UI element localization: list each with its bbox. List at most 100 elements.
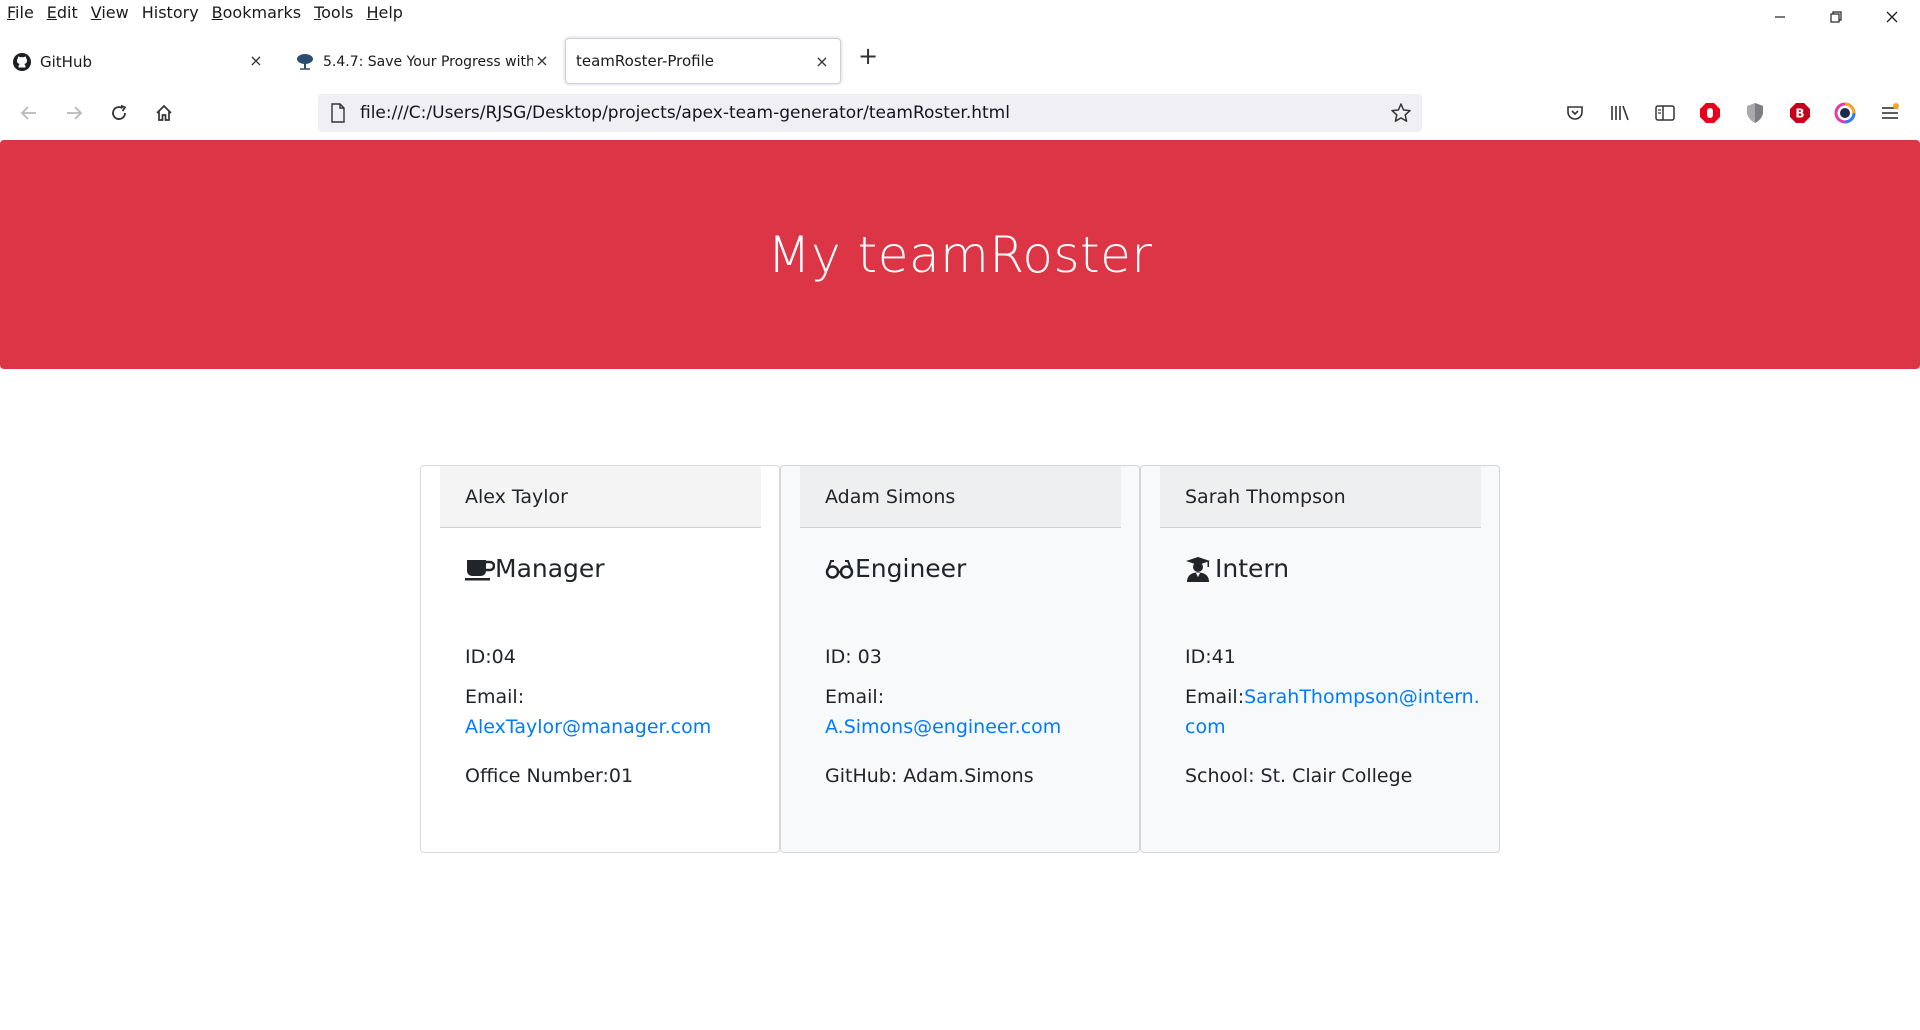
menu-tools-label: ools — [321, 3, 354, 22]
school-name: School: St. Clair College — [1185, 765, 1413, 787]
menu-view-accel: V — [90, 3, 102, 22]
home-button[interactable] — [151, 100, 177, 126]
close-icon — [1886, 11, 1898, 23]
employee-role: Intern — [1185, 554, 1289, 583]
github-username: GitHub: Adam.Simons — [825, 765, 1034, 787]
pocket-icon — [1567, 106, 1583, 120]
employee-role: Engineer — [825, 554, 966, 583]
menu-history-label: History — [141, 3, 199, 22]
extension-b-button[interactable]: B — [1788, 101, 1812, 125]
library-button[interactable] — [1608, 101, 1632, 125]
restore-button[interactable] — [1808, 0, 1864, 34]
employee-id: ID: 03 — [825, 646, 882, 668]
glasses-icon — [825, 555, 855, 583]
menu-view[interactable]: View — [91, 0, 129, 26]
menu-edit[interactable]: Edit — [47, 0, 78, 26]
tab-teamroster-title: teamRoster-Profile — [576, 52, 715, 70]
menu-help[interactable]: Help — [366, 0, 402, 26]
menu-help-label: elp — [378, 3, 403, 22]
tab-course[interactable]: 5.4.7: Save Your Progress with Gi × — [286, 38, 552, 86]
employee-card-engineer: Adam Simons Engineer ID: 03 Email: A.Sim… — [780, 465, 1140, 853]
ublock-icon — [1700, 103, 1720, 123]
tab-github-title: GitHub — [40, 53, 92, 71]
window-controls — [1752, 0, 1920, 34]
restore-icon — [1830, 11, 1842, 23]
menu-file-accel: F — [7, 3, 16, 22]
employee-email-label: Email: — [825, 686, 885, 708]
tab-close-button[interactable]: × — [814, 52, 830, 71]
ublock-button[interactable] — [1698, 101, 1722, 125]
svg-text:B: B — [1795, 107, 1804, 121]
menu-bookmarks[interactable]: Bookmarks — [212, 0, 301, 26]
employee-card-manager: Alex Taylor Manager ID:04 Email: AlexTay… — [420, 465, 780, 853]
color-extension-button[interactable] — [1833, 101, 1857, 125]
menu-bar: File Edit View History Bookmarks Tools H… — [0, 0, 1920, 26]
close-window-button[interactable] — [1864, 0, 1920, 34]
github-icon — [13, 53, 31, 71]
color-wheel-icon — [1834, 102, 1856, 124]
menu-file[interactable]: File — [7, 0, 34, 26]
employee-email-label: Email: — [1185, 686, 1245, 708]
employee-name: Alex Taylor — [465, 485, 568, 508]
menu-file-label: ile — [15, 3, 34, 22]
shield-icon — [1747, 103, 1763, 123]
team-cards: Alex Taylor Manager ID:04 Email: AlexTay… — [420, 465, 1500, 853]
card-header: Sarah Thompson — [1160, 466, 1481, 528]
menu-bookmarks-label: ookmarks — [222, 3, 302, 22]
library-icon — [1611, 105, 1629, 121]
employee-id: ID:41 — [1185, 646, 1236, 668]
tab-course-title: 5.4.7: Save Your Progress with Gi — [323, 54, 533, 70]
app-menu-button[interactable] — [1878, 101, 1902, 125]
card-header: Alex Taylor — [440, 466, 761, 528]
employee-email-link[interactable]: A.Simons@engineer.com — [825, 716, 1061, 738]
extension-b-icon: B — [1790, 103, 1810, 123]
minimize-icon — [1775, 16, 1785, 18]
url-text: file:///C:/Users/RJSG/Desktop/projects/a… — [360, 103, 1010, 123]
employee-role: Manager — [465, 554, 605, 583]
employee-name: Adam Simons — [825, 485, 956, 508]
new-tab-button[interactable]: + — [858, 44, 878, 68]
tab-close-button[interactable]: × — [248, 51, 264, 70]
forward-button[interactable] — [61, 100, 87, 126]
role-label: Engineer — [855, 554, 967, 583]
reload-button[interactable] — [106, 100, 132, 126]
page-content: My teamRoster Alex Taylor Manager ID:04 … — [0, 140, 1920, 1030]
home-icon — [156, 104, 172, 121]
tree-icon — [297, 54, 313, 70]
privacy-button[interactable] — [1743, 101, 1767, 125]
graduate-icon — [1185, 555, 1215, 583]
hero-banner: My teamRoster — [0, 140, 1920, 369]
bookmark-star-icon[interactable] — [1390, 102, 1412, 124]
card-header: Adam Simons — [800, 466, 1121, 528]
reload-icon — [112, 104, 127, 120]
mug-icon — [465, 555, 495, 583]
employee-name: Sarah Thompson — [1185, 485, 1346, 508]
back-button[interactable] — [16, 100, 42, 126]
nav-bar: file:///C:/Users/RJSG/Desktop/projects/a… — [0, 86, 1920, 140]
tab-close-button[interactable]: × — [534, 51, 550, 70]
employee-email-link[interactable]: SarahThompson@intern. — [1244, 686, 1480, 708]
menu-view-label: iew — [101, 3, 129, 22]
hamburger-menu-icon — [1882, 103, 1899, 119]
pocket-button[interactable] — [1563, 101, 1587, 125]
menu-tools[interactable]: Tools — [314, 0, 353, 26]
page-title: My teamRoster — [767, 225, 1153, 284]
menu-history[interactable]: History — [142, 0, 199, 26]
employee-email-link-continued[interactable]: com — [1185, 716, 1226, 738]
back-arrow-icon — [20, 106, 36, 120]
minimize-button[interactable] — [1752, 0, 1808, 34]
sidebar-button[interactable] — [1653, 101, 1677, 125]
employee-email-link[interactable]: AlexTaylor@manager.com — [465, 716, 711, 738]
role-label: Manager — [495, 554, 605, 583]
sidebar-icon — [1655, 105, 1675, 121]
employee-card-intern: Sarah Thompson Intern ID:41 Email:SarahT… — [1140, 465, 1500, 853]
employee-email-label: Email: — [465, 686, 525, 708]
menu-bookmarks-accel: B — [211, 3, 223, 22]
menu-edit-accel: E — [46, 3, 57, 22]
tab-github[interactable]: GitHub × — [8, 38, 274, 86]
tab-teamroster[interactable]: teamRoster-Profile × — [565, 38, 841, 84]
tab-strip: GitHub × 5.4.7: Save Your Progress with … — [0, 36, 1920, 86]
employee-email-line: Email:SarahThompson@intern. — [1185, 682, 1485, 712]
role-label: Intern — [1215, 554, 1290, 583]
url-bar[interactable]: file:///C:/Users/RJSG/Desktop/projects/a… — [318, 94, 1422, 132]
